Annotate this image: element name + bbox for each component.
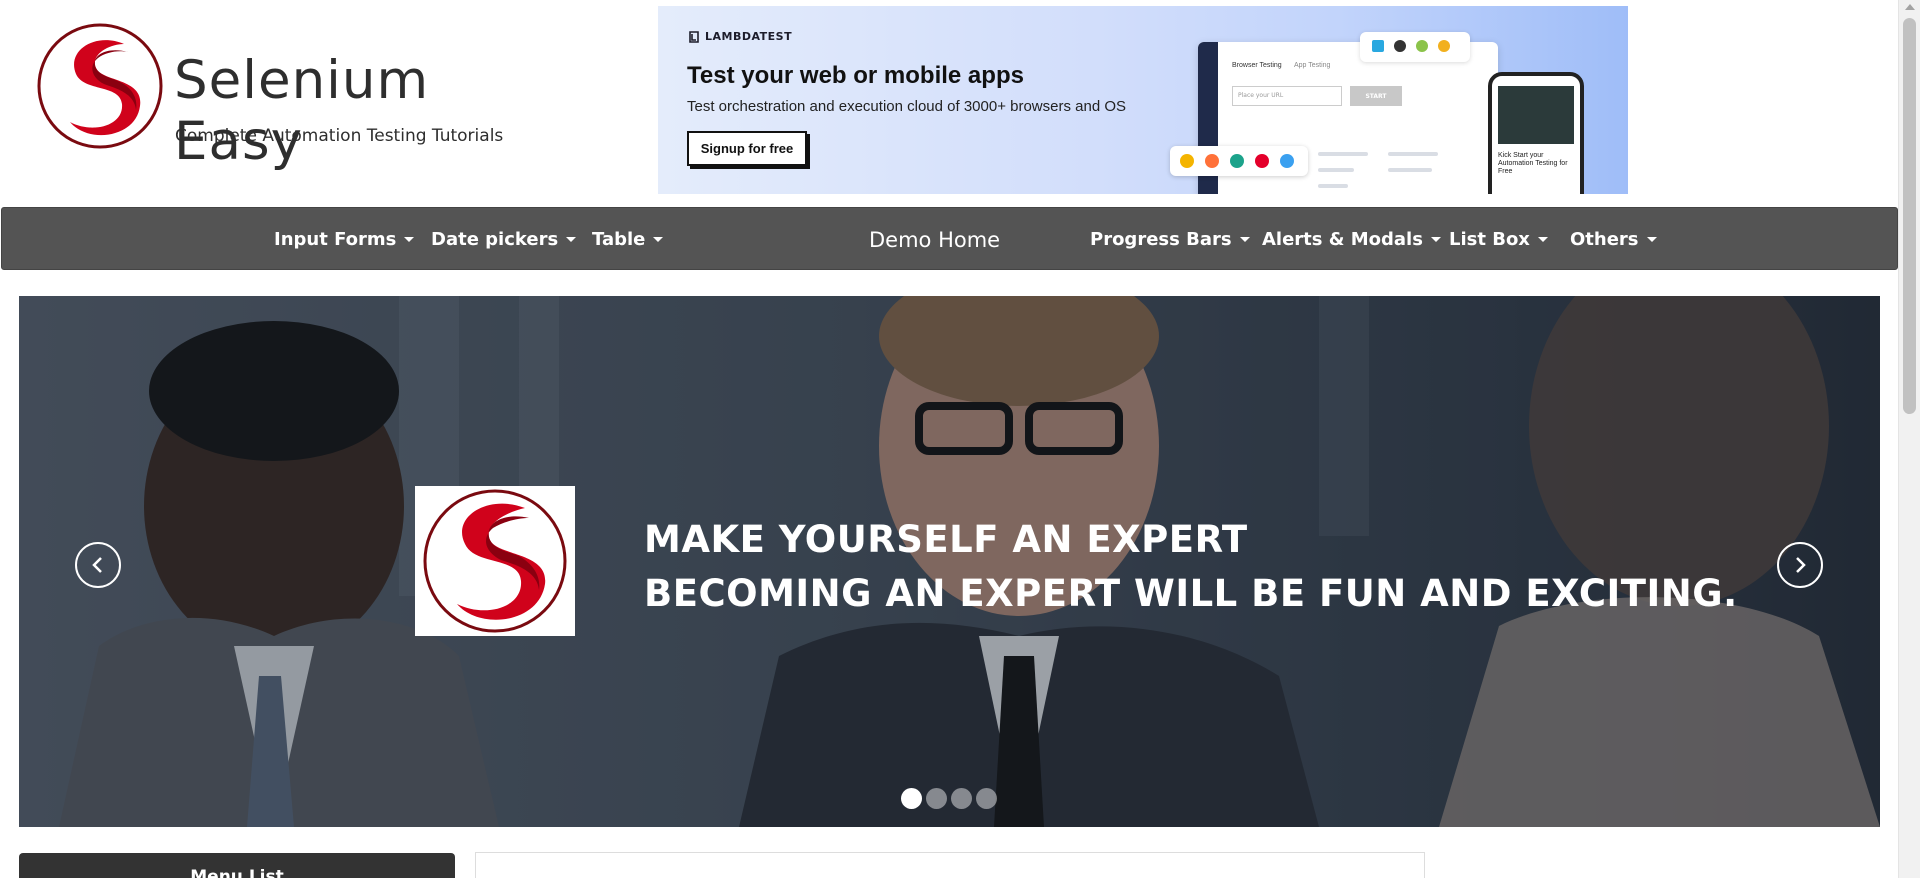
safari-icon xyxy=(1280,154,1294,168)
page: Selenium Easy Complete Automation Testin… xyxy=(0,0,1920,878)
caret-down-icon xyxy=(404,237,415,242)
selenium-easy-logo-icon xyxy=(37,23,163,149)
nav-item-label: List Box xyxy=(1449,229,1530,250)
nav-item-label: Table xyxy=(592,229,646,250)
ad-mockup-line xyxy=(1318,184,1348,188)
ad-brand-label: LAMBDATEST xyxy=(705,30,793,43)
lambdatest-logo-icon xyxy=(689,30,699,43)
carousel-indicators xyxy=(901,788,997,809)
ad-mockup-start-button: START xyxy=(1350,86,1402,106)
carousel-prev-button[interactable] xyxy=(75,542,121,588)
ad-subtitle: Test orchestration and execution cloud o… xyxy=(687,98,1127,115)
ad-mockup-url-input: Place your URL xyxy=(1232,86,1342,106)
apple-icon xyxy=(1394,40,1406,52)
carousel-dot[interactable] xyxy=(926,788,947,809)
ad-phone-text: Kick Start your Automation Testing for F… xyxy=(1498,152,1568,175)
scroll-up-arrow-icon[interactable] xyxy=(1905,4,1915,10)
main-navbar: Input Forms Date pickers Table Demo Home… xyxy=(1,207,1898,270)
caret-down-icon xyxy=(1239,237,1250,242)
nav-date-pickers[interactable]: Date pickers xyxy=(431,208,577,271)
hero-headline: MAKE YOURSELF AN EXPERT xyxy=(644,518,1248,561)
linux-icon xyxy=(1438,40,1450,52)
hero-overlay xyxy=(19,296,1880,827)
ad-brand: LAMBDATEST xyxy=(688,30,792,43)
nav-list-box[interactable]: List Box xyxy=(1449,208,1548,271)
caret-down-icon xyxy=(1646,237,1657,242)
caret-down-icon xyxy=(1430,237,1441,242)
site-tagline: Complete Automation Testing Tutorials xyxy=(175,126,504,146)
caret-down-icon xyxy=(1537,237,1548,242)
main-content-panel xyxy=(475,852,1425,878)
site-title: Selenium Easy xyxy=(174,50,430,172)
firefox-icon xyxy=(1205,154,1219,168)
ad-title: Test your web or mobile apps xyxy=(687,62,1024,89)
ad-mockup-tab-app: App Testing xyxy=(1294,62,1331,69)
chrome-icon xyxy=(1180,154,1194,168)
nav-item-label: Date pickers xyxy=(431,229,559,250)
carousel-dot[interactable] xyxy=(901,788,922,809)
ad-phone-mockup: Kick Start your Automation Testing for F… xyxy=(1488,72,1584,194)
carousel-dot[interactable] xyxy=(951,788,972,809)
hero-carousel: MAKE YOURSELF AN EXPERT BECOMING AN EXPE… xyxy=(19,296,1880,827)
nav-item-label: Progress Bars xyxy=(1090,229,1232,250)
ad-phone-screen xyxy=(1498,86,1574,144)
ad-mockup-line xyxy=(1318,152,1368,156)
ad-browser-icons xyxy=(1170,146,1308,176)
selenium-easy-logo-icon xyxy=(423,489,567,633)
ad-os-icons xyxy=(1360,32,1470,62)
ad-mockup-line xyxy=(1318,168,1354,172)
ad-signup-button[interactable]: Signup for free xyxy=(687,131,807,166)
hero-subheadline: BECOMING AN EXPERT WILL BE FUN AND EXCIT… xyxy=(644,572,1738,615)
ad-mockup-line xyxy=(1388,152,1438,156)
nav-item-label: Others xyxy=(1570,229,1639,250)
menu-list-title: Menu List xyxy=(190,867,284,878)
chevron-right-icon xyxy=(1796,557,1806,573)
scrollbar-thumb[interactable] xyxy=(1903,18,1916,414)
nav-demo-home[interactable]: Demo Home xyxy=(869,208,1000,271)
hero-logo xyxy=(415,486,575,636)
nav-others[interactable]: Others xyxy=(1570,208,1657,271)
caret-down-icon xyxy=(566,237,577,242)
nav-item-label: Demo Home xyxy=(869,227,1001,252)
android-icon xyxy=(1416,40,1428,52)
carousel-next-button[interactable] xyxy=(1777,542,1823,588)
page-scrollbar[interactable] xyxy=(1898,0,1920,878)
windows-icon xyxy=(1372,40,1384,52)
ad-mockup-line xyxy=(1388,168,1432,172)
menu-list-header: Menu List xyxy=(19,853,455,878)
chevron-left-icon xyxy=(92,557,102,573)
nav-item-label: Alerts & Modals xyxy=(1262,229,1423,250)
nav-progress-bars[interactable]: Progress Bars xyxy=(1090,208,1250,271)
nav-table[interactable]: Table xyxy=(592,208,664,271)
opera-icon xyxy=(1255,154,1269,168)
nav-item-label: Input Forms xyxy=(274,229,397,250)
carousel-dot[interactable] xyxy=(976,788,997,809)
site-logo[interactable]: Selenium Easy Complete Automation Testin… xyxy=(36,22,556,172)
edge-icon xyxy=(1230,154,1244,168)
ad-mockup-tab-browser: Browser Testing xyxy=(1232,62,1282,69)
nav-alerts-modals[interactable]: Alerts & Modals xyxy=(1262,208,1441,271)
nav-input-forms[interactable]: Input Forms xyxy=(274,208,415,271)
lambdatest-ad-banner[interactable]: LAMBDATEST Test your web or mobile apps … xyxy=(658,6,1628,194)
caret-down-icon xyxy=(653,237,664,242)
